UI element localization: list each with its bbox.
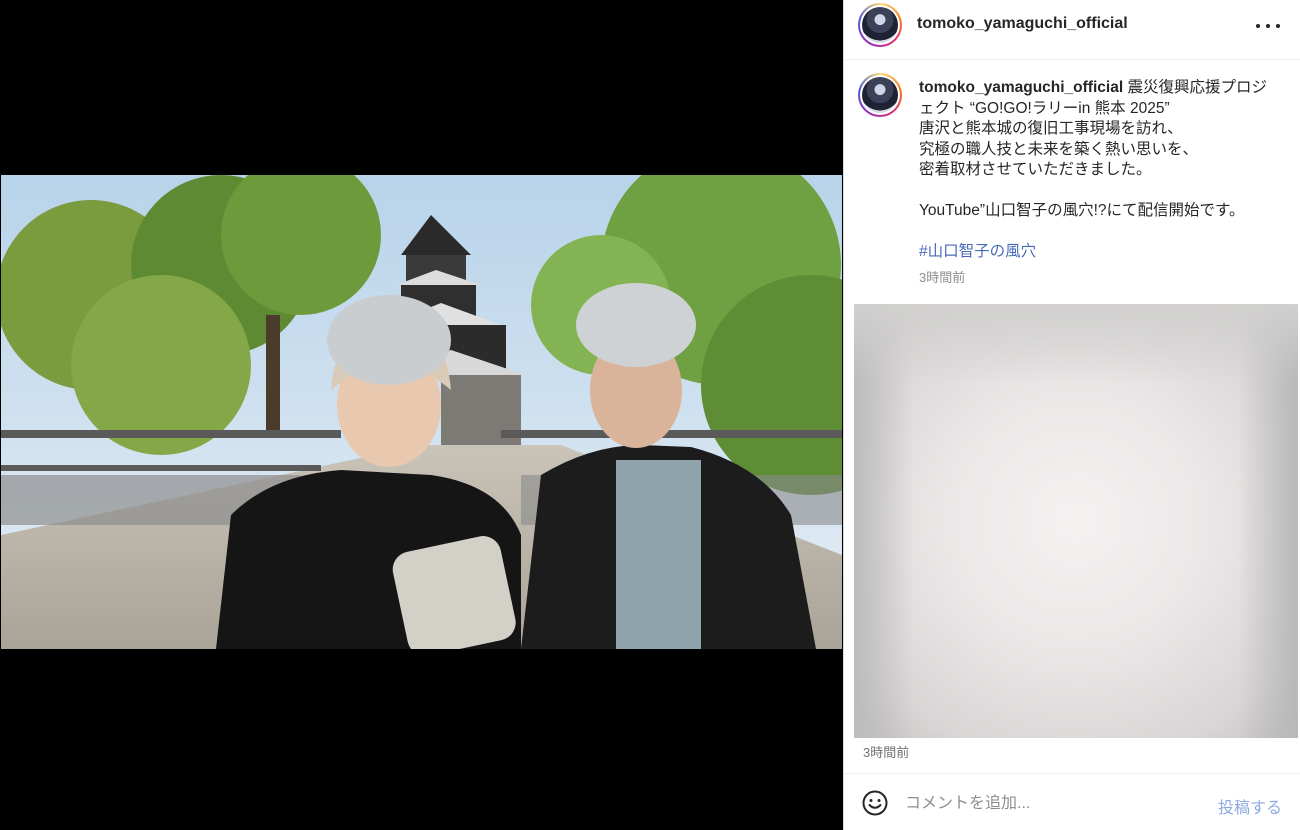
hashtag-link[interactable]: #山口智子の風穴 bbox=[919, 242, 1269, 263]
author-avatar[interactable] bbox=[858, 3, 902, 47]
caption-line: 密着取材させていただきました。 bbox=[919, 161, 1152, 178]
blurred-content bbox=[854, 304, 1298, 738]
caption-text: tomoko_yamaguchi_official 震災復興応援プロジェクト “… bbox=[919, 78, 1269, 263]
photo-illustration bbox=[1, 175, 842, 649]
more-options-icon[interactable] bbox=[1256, 21, 1280, 31]
caption-line: 究極の職人技と未来を築く熱い思いを、 bbox=[919, 140, 1199, 158]
media-viewer[interactable] bbox=[0, 0, 843, 830]
caption-username[interactable]: tomoko_yamaguchi_official bbox=[919, 79, 1123, 96]
post-header: tomoko_yamaguchi_official bbox=[844, 0, 1300, 60]
comment-bar: 投稿する bbox=[844, 773, 1300, 830]
caption-timestamp: 3時間前 bbox=[919, 270, 966, 285]
author-username[interactable]: tomoko_yamaguchi_official bbox=[917, 15, 1128, 33]
caption-line: 唐沢と熊本城の復旧工事現場を訪れ、 bbox=[919, 120, 1183, 137]
comment-input[interactable] bbox=[905, 792, 1195, 816]
post-photo[interactable] bbox=[1, 175, 842, 649]
caption-avatar[interactable] bbox=[858, 73, 902, 117]
caption-line: YouTube”山口智子の風穴!?にて配信開始です。 bbox=[919, 202, 1245, 219]
emoji-icon[interactable] bbox=[862, 790, 888, 816]
post-details-pane: tomoko_yamaguchi_official tomoko_yamaguc… bbox=[843, 0, 1300, 830]
post-comment-button[interactable]: 投稿する bbox=[1218, 794, 1282, 818]
post-timestamp: 3時間前 bbox=[863, 745, 910, 760]
